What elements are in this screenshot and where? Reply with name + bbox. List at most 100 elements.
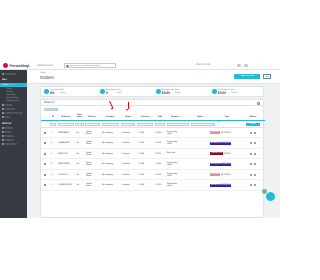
row-checkbox[interactable] [44, 163, 47, 166]
filter-total-input[interactable] [155, 122, 165, 127]
filter-new-client-select[interactable] [75, 122, 84, 127]
screenshot-frame: PrestaShop 1.7 Quick Access ▾ View my sh… [0, 61, 280, 218]
search-button[interactable]: Search [246, 122, 260, 127]
row-checkbox[interactable] [44, 131, 47, 134]
page-header: Orders Orders + Add new order Help [27, 70, 280, 84]
view-icon[interactable] [250, 184, 253, 187]
sidebar-item-customer-service[interactable]: Customer Service [2, 112, 25, 115]
row-checkbox[interactable] [44, 173, 47, 176]
column-new-client[interactable]: New client [75, 114, 84, 118]
more-icon[interactable] [254, 173, 257, 176]
cart-icon [100, 89, 105, 94]
row-checkbox[interactable] [44, 184, 47, 187]
prestashop-logo[interactable] [3, 63, 8, 68]
view-icon[interactable] [250, 131, 253, 134]
filter-reference-input[interactable] [58, 122, 74, 127]
table-row[interactable]: 4 FFATNOMMJ No United States My Company Custo… [41, 160, 265, 170]
column-group[interactable]: Group [121, 116, 135, 118]
add-new-order-button[interactable]: + Add new order [234, 74, 260, 79]
view-shop-link[interactable]: View my shop [196, 64, 210, 66]
cell-new-client: No [76, 142, 79, 145]
filter-id-input[interactable] [50, 122, 56, 127]
row-checkbox[interactable] [44, 152, 47, 155]
table-row[interactable]: 7 XKBKNABJK No United States My Company Custo… [41, 128, 265, 138]
filter-delivery-select[interactable] [85, 122, 100, 127]
table-row[interactable]: 2 OQWHKNWYM No United States My Company Custo… [41, 181, 265, 191]
cell-customer: J. DOE [138, 163, 145, 166]
filter-payment-input[interactable] [167, 122, 189, 127]
sidebar-subitem-credit-slips[interactable]: Credit Slips [6, 94, 16, 96]
kpi-abandoned-carts[interactable]: Abandoned Carts 0 TODAY [100, 89, 150, 97]
sidebar-subitem-delivery-slips[interactable]: Delivery Slips [6, 97, 18, 99]
kpi-conversion-rate[interactable]: Conversion Rate 0% 30 days [44, 89, 94, 97]
search-box[interactable] [64, 63, 116, 68]
status-badge[interactable]: Canceled [210, 173, 220, 177]
column-status[interactable]: Status [193, 116, 207, 118]
status-badge[interactable]: Awaiting check payment [210, 183, 232, 187]
view-icon[interactable] [250, 142, 253, 145]
cell-delivery: United States [86, 172, 92, 177]
search-input[interactable] [69, 64, 110, 68]
column-customer[interactable]: Customer [137, 116, 153, 118]
more-icon[interactable] [254, 163, 257, 166]
more-icon[interactable] [254, 184, 257, 187]
column-payment[interactable]: Payment [167, 116, 183, 118]
view-icon[interactable] [250, 152, 253, 155]
row-checkbox[interactable] [44, 142, 47, 145]
sidebar-item-stats[interactable]: Stats [2, 116, 25, 119]
quick-access-menu[interactable]: Quick Access ▾ [37, 64, 53, 67]
sidebar-item-shipping[interactable]: Shipping [2, 135, 25, 138]
status-badge[interactable]: Payment error [210, 152, 224, 156]
filter-company-input[interactable] [102, 122, 119, 127]
filter-status-select[interactable] [191, 122, 215, 127]
table-row[interactable]: 6 OHSATSERP No United States My Company Custo… [41, 139, 265, 149]
bulk-actions-dropdown[interactable]: Bulk actions ▾ [44, 107, 58, 112]
help-chat-button[interactable] [266, 192, 275, 201]
filter-date-range[interactable]: From To [217, 122, 221, 126]
sidebar-subitem-orders[interactable]: Orders [6, 88, 12, 90]
sidebar-item-catalog[interactable]: Catalog [2, 104, 25, 107]
sidebar-subitem-invoices[interactable]: Invoices [6, 91, 13, 93]
more-icon[interactable] [254, 142, 257, 145]
column-reference[interactable]: Reference [58, 116, 74, 118]
view-icon[interactable] [250, 163, 253, 166]
sidebar-item-design[interactable]: Design [2, 131, 25, 134]
cell-total: €26.54 [155, 173, 162, 176]
status-badge[interactable]: Canceled [210, 131, 220, 135]
column-id[interactable]: ID [50, 116, 56, 118]
table-row[interactable]: 3 UOYEVOLI No United States My Company Custom… [41, 170, 265, 180]
column-date[interactable]: Date [221, 116, 233, 118]
sidebar-item-modules[interactable]: Modules [2, 127, 25, 130]
profile-avatar-icon[interactable] [244, 63, 248, 68]
sidebar-item-dashboard[interactable]: Dashboard [2, 73, 25, 76]
column-delivery[interactable]: Delivery [85, 116, 99, 118]
filter-group-select[interactable] [121, 122, 135, 127]
filter-customer-input[interactable] [137, 122, 153, 127]
status-badge[interactable]: Awaiting check payment [210, 162, 232, 166]
table-row[interactable]: 5 KHWLILZLL No United States My Company Custo… [41, 149, 265, 159]
breadcrumb[interactable]: Orders [40, 72, 46, 74]
notifications-icon[interactable] [237, 63, 241, 68]
more-icon[interactable] [254, 131, 257, 134]
sidebar-item-international[interactable]: International [2, 143, 25, 146]
cell-total: €14.90 [155, 163, 162, 166]
sidebar-item-payment[interactable]: Payment [2, 139, 25, 142]
status-badge[interactable]: Awaiting check payment [210, 141, 232, 145]
column-total[interactable]: Total [155, 116, 165, 118]
cell-customer: J. DOE [138, 131, 145, 134]
cell-id: 6 [51, 142, 53, 145]
kpi-net-profit[interactable]: Net Profit per Visitor €0.00 30 days [212, 89, 262, 97]
settings-icon[interactable] [257, 101, 260, 105]
column-company[interactable]: Company [102, 116, 118, 118]
sidebar-subitem-shopping-carts[interactable]: Shopping Carts [6, 100, 20, 102]
more-icon[interactable] [254, 152, 257, 155]
help-button[interactable]: Help [263, 74, 271, 79]
orders-count-title: Orders (7) [44, 101, 55, 104]
kpi-average-order-value[interactable]: Average Order Value €0.00 30 days [156, 89, 206, 97]
sidebar-item-customers[interactable]: Customers [2, 108, 25, 111]
view-icon[interactable] [250, 173, 253, 176]
cell-reference: OQWHKNWYM [58, 184, 72, 187]
sidebar-item-orders[interactable]: Orders [0, 82, 27, 87]
cell-company: My Company [102, 152, 114, 155]
annotation-arrow-group-head [126, 108, 129, 111]
